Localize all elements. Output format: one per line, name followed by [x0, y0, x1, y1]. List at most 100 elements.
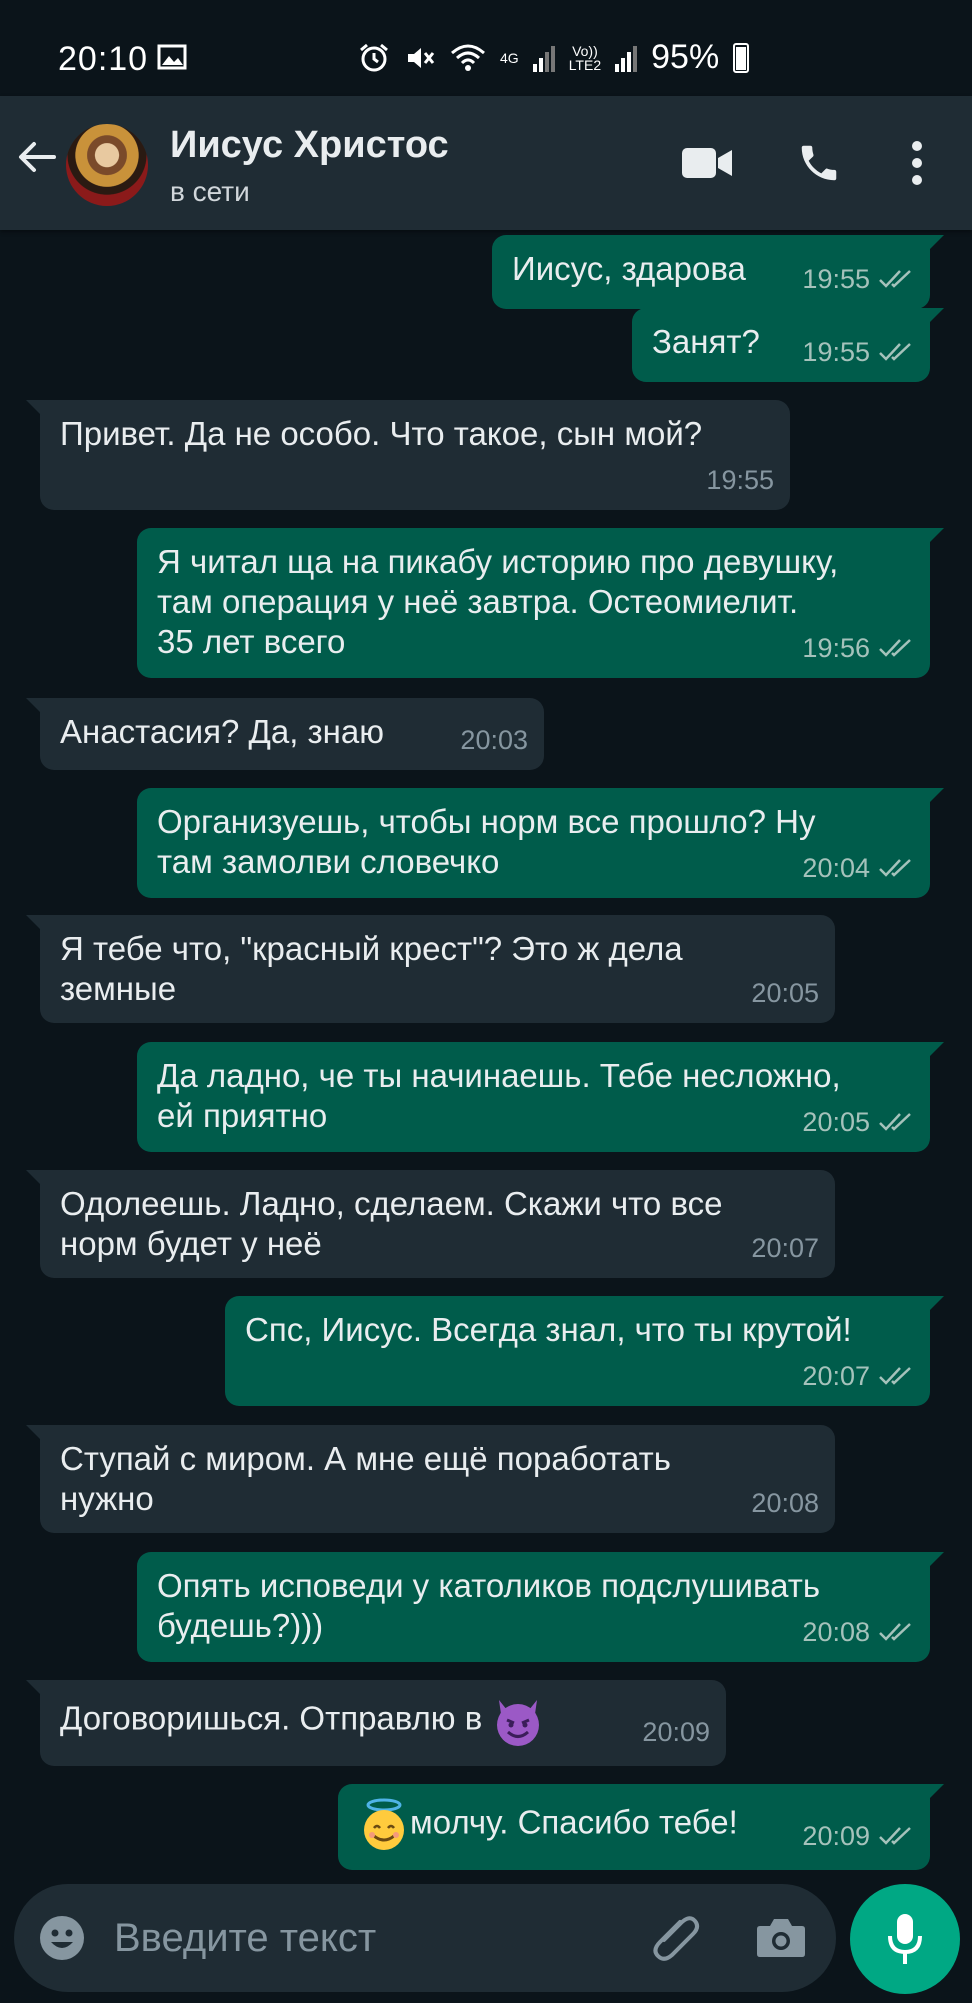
message-bubble-outgoing[interactable]: Я читал ща на пикабу историю про девушку… [137, 528, 944, 678]
smiling-halo-emoji-icon [364, 1798, 404, 1850]
back-arrow-icon[interactable] [14, 134, 60, 180]
message-text-line: там операция у неё завтра. Остеомиелит. [157, 583, 799, 620]
message-text-line: норм будет у неё [60, 1225, 322, 1262]
message-meta: 20:03 [460, 720, 528, 760]
message-meta: 20:09 [802, 1816, 914, 1856]
message-meta: 20:07 [802, 1356, 914, 1396]
voice-record-button[interactable] [850, 1884, 960, 1994]
contact-name[interactable]: Иисус Христос [170, 124, 449, 167]
message-time: 20:08 [751, 1488, 819, 1518]
message-meta: 20:08 [802, 1612, 914, 1652]
message-time: 20:09 [802, 1821, 870, 1851]
message-time: 20:07 [751, 1233, 819, 1263]
message-bubble-incoming[interactable]: Привет. Да не особо. Что такое, сын мой?… [26, 400, 790, 510]
message-text-line: нужно [60, 1480, 154, 1517]
message-text-line: там замолви словечко [157, 843, 500, 880]
mic-icon [888, 1914, 922, 1964]
wifi-icon [451, 44, 485, 71]
battery-percent: 95% [651, 38, 720, 76]
message-bubble-incoming[interactable]: Я тебе что, "красный крест"? Это ж дела … [26, 915, 835, 1023]
double-check-icon [879, 639, 911, 657]
message-bubble-incoming[interactable]: Анастасия? Да, знаю 20:03 [26, 698, 544, 770]
message-text-line: Ступай с миром. А мне ещё поработать [60, 1440, 671, 1477]
chat-header: Иисус Христос в сети [0, 96, 972, 230]
message-text-line: Я читал ща на пикабу историю про девушку… [157, 543, 839, 580]
message-input[interactable]: Введите текст [114, 1916, 376, 1961]
lte2-label: LTE2 [568, 56, 602, 73]
message-bubble-incoming[interactable]: Одолеешь. Ладно, сделаем. Скажи что все … [26, 1170, 835, 1278]
message-time: 20:07 [802, 1361, 870, 1391]
message-time: 20:05 [802, 1107, 870, 1137]
message-text-line: Организуешь, чтобы норм все прошло? Ну [157, 803, 816, 840]
network-lte2-label: Vo)) LTE2 [569, 44, 601, 72]
message-bubble-outgoing[interactable]: Иисус, здарова 19:55 [492, 235, 944, 309]
message-text: Привет. Да не особо. Что такое, сын мой? [60, 415, 703, 452]
status-icons: 4G Vo)) LTE2 95% [358, 38, 750, 77]
message-text: молчу. Спасибо тебе! [410, 1803, 738, 1841]
message-text-line: Опять исповеди у католиков подслушивать [157, 1567, 821, 1604]
message-time: 19:55 [802, 264, 870, 294]
status-bar: 20:10 4G Vo)) LTE2 95% [0, 0, 972, 96]
message-bubble-incoming[interactable]: Договоришься. Отправлю в 20:09 [26, 1680, 726, 1766]
message-text: Анастасия? Да, знаю [60, 713, 385, 750]
message-text: Иисус, здарова [512, 250, 746, 287]
message-text-line: будешь?))) [157, 1607, 324, 1644]
message-text-line: ей приятно [157, 1097, 328, 1134]
message-time: 19:56 [802, 633, 870, 663]
message-text-line: Одолеешь. Ладно, сделаем. Скажи что все [60, 1185, 723, 1222]
message-composer[interactable]: Введите текст [14, 1884, 836, 1992]
message-time: 20:08 [802, 1617, 870, 1647]
status-time: 20:10 [58, 40, 149, 78]
message-time: 20:05 [751, 978, 819, 1008]
signal-icon [532, 45, 555, 72]
signal-icon-2 [615, 45, 638, 72]
message-meta: 19:56 [802, 628, 914, 668]
message-meta: 20:04 [802, 848, 914, 888]
battery-icon [733, 42, 750, 73]
avatar[interactable] [66, 124, 148, 206]
message-meta: 20:08 [751, 1483, 819, 1523]
message-meta: 19:55 [802, 332, 914, 372]
message-text-line: земные [60, 970, 177, 1007]
message-time: 20:03 [460, 725, 528, 755]
volte-label: Vo)) [572, 42, 598, 59]
message-text-line: Я тебе что, "красный крест"? Это ж дела [60, 930, 683, 967]
double-check-icon [879, 270, 911, 288]
more-vert-icon[interactable] [910, 140, 924, 186]
attach-icon[interactable] [650, 1910, 702, 1964]
message-bubble-outgoing[interactable]: Организуешь, чтобы норм все прошло? Ну т… [137, 788, 944, 898]
contact-status: в сети [170, 176, 250, 207]
message-bubble-outgoing[interactable]: Спс, Иисус. Всегда знал, что ты крутой! … [225, 1296, 944, 1406]
message-bubble-outgoing[interactable]: Занят? 19:55 [632, 308, 944, 382]
message-time: 19:55 [802, 337, 870, 367]
video-call-icon[interactable] [682, 146, 732, 180]
message-text: Договоришься. Отправлю в [60, 1699, 483, 1737]
message-meta: 20:05 [802, 1102, 914, 1142]
message-bubble-outgoing[interactable]: молчу. Спасибо тебе! 20:09 [338, 1784, 944, 1870]
message-text: Спс, Иисус. Всегда знал, что ты крутой! [245, 1311, 852, 1348]
message-bubble-incoming[interactable]: Ступай с миром. А мне ещё поработать нуж… [26, 1425, 835, 1533]
double-check-icon [879, 1827, 911, 1845]
message-text-line: 35 лет всего [157, 623, 346, 660]
message-meta: 20:07 [751, 1228, 819, 1268]
message-time: 19:55 [706, 465, 774, 495]
double-check-icon [879, 1623, 911, 1641]
alarm-icon [360, 43, 388, 71]
camera-icon[interactable] [756, 1916, 806, 1958]
message-text-line: Да ладно, че ты начинаешь. Тебе несложно… [157, 1057, 841, 1094]
message-bubble-outgoing[interactable]: Опять исповеди у католиков подслушивать … [137, 1552, 944, 1662]
phone-icon[interactable] [796, 140, 842, 186]
network-4g-label: 4G [500, 49, 519, 66]
message-text: Занят? [652, 323, 760, 360]
double-check-icon [879, 1113, 911, 1131]
emoji-icon[interactable] [38, 1914, 86, 1962]
message-meta: 20:05 [751, 973, 819, 1013]
gallery-notification-icon [157, 44, 187, 70]
smiling-devil-emoji-icon [497, 1700, 540, 1746]
message-list[interactable]: Иисус, здарова 19:55 Занят? 19:55 Привет… [0, 230, 972, 1880]
mute-icon [408, 47, 435, 68]
message-meta: 19:55 [706, 460, 774, 500]
message-time: 20:04 [802, 853, 870, 883]
double-check-icon [879, 343, 911, 361]
message-bubble-outgoing[interactable]: Да ладно, че ты начинаешь. Тебе несложно… [137, 1042, 944, 1152]
